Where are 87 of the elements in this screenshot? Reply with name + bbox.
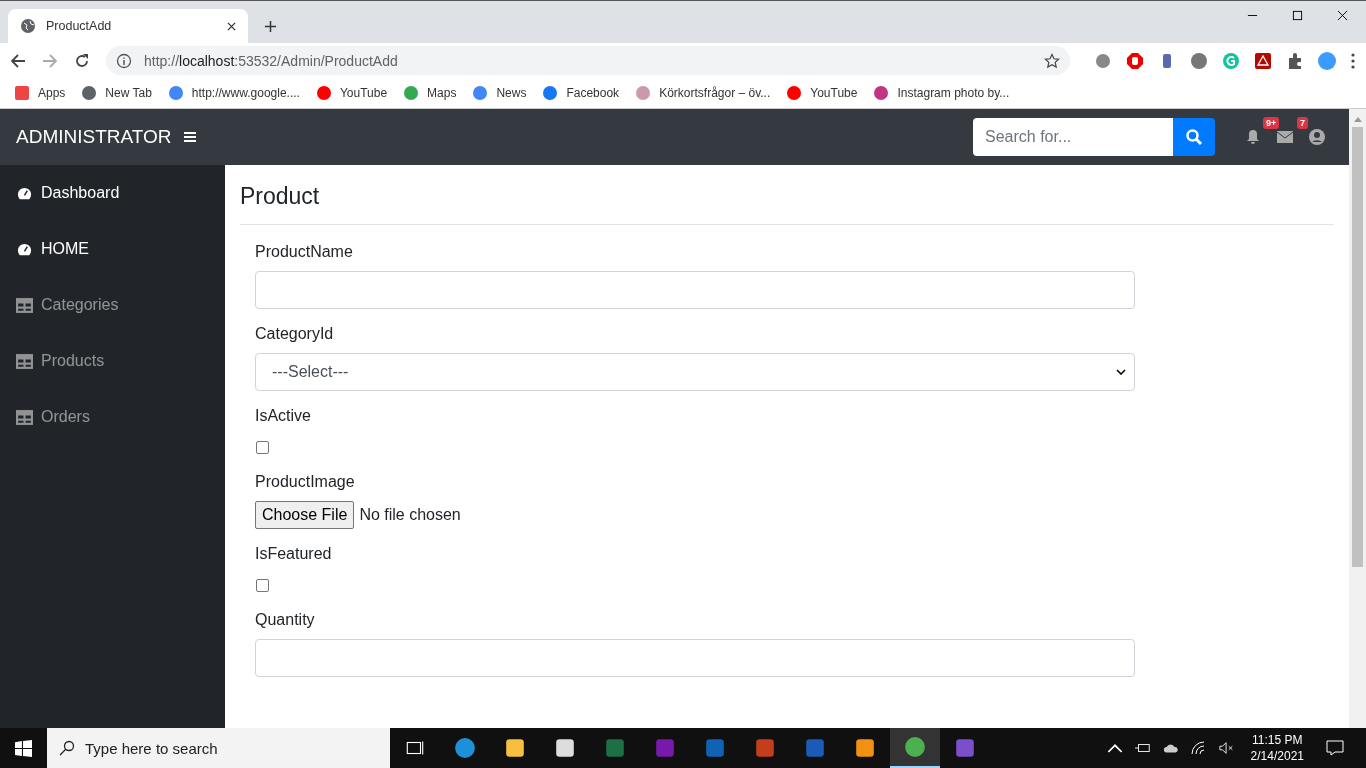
field-label: IsFeatured: [255, 545, 332, 563]
bookmark-link[interactable]: YouTube: [786, 85, 858, 101]
search-field[interactable]: Search for...: [973, 118, 1173, 156]
brand-title: ADMINISTRATOR: [16, 126, 172, 148]
app-icon[interactable]: [854, 737, 876, 759]
bookmark-icon: [403, 85, 420, 101]
menu-icon[interactable]: [183, 131, 196, 143]
table-icon: [16, 409, 33, 425]
file-status: No file chosen: [359, 506, 461, 524]
bookmark-icon: [315, 85, 332, 101]
search-icon: [1185, 128, 1203, 146]
checkbox[interactable]: [256, 579, 269, 592]
bookmark-link[interactable]: Körkortsfrågor – öv...: [635, 85, 771, 101]
page-title: Product: [240, 183, 1334, 225]
field-label: ProductImage: [255, 473, 355, 491]
select-dropdown[interactable]: ---Select---: [255, 353, 1135, 391]
clock-date: 2/14/2021: [1250, 748, 1304, 764]
gauge-icon: [16, 241, 33, 257]
sidebar-item[interactable]: Categories: [0, 277, 225, 333]
table-icon: [16, 353, 33, 369]
close-icon[interactable]: [1337, 10, 1348, 21]
field-label: ProductName: [255, 243, 353, 261]
sidebar-item[interactable]: Products: [0, 333, 225, 389]
bookmark-icon: [14, 85, 30, 101]
bookmark-icon: [635, 85, 652, 101]
search-button[interactable]: [1173, 118, 1215, 156]
close-tab-icon[interactable]: [227, 21, 236, 31]
message-count: 9+: [1263, 117, 1280, 129]
bookmark-icon: [81, 85, 98, 101]
notification-count: 7: [1297, 117, 1308, 129]
muted-speaker-icon[interactable]: [1218, 741, 1235, 755]
choose-file-button[interactable]: Choose File: [255, 501, 355, 529]
search-icon: [59, 740, 75, 756]
bookmark-icon: [873, 85, 890, 101]
bookmark-icon: [786, 85, 803, 101]
sidebar-item[interactable]: HOME: [0, 221, 225, 277]
notification-icon[interactable]: [1326, 740, 1344, 756]
profile-icon[interactable]: [1318, 51, 1336, 70]
maximize-icon[interactable]: [1292, 10, 1303, 21]
chevron-icon: [1116, 369, 1126, 375]
app-icon[interactable]: [504, 737, 526, 759]
input-field[interactable]: [255, 271, 1135, 309]
wifi-icon[interactable]: [1190, 741, 1207, 755]
address-bar[interactable]: http://localhost:53532/Admin/ProductAdd: [106, 46, 1070, 75]
bookmark-link[interactable]: http://www.google....: [167, 85, 300, 101]
bookmark-icon: [472, 85, 489, 101]
stop-hand-icon[interactable]: [1126, 51, 1144, 70]
sidebar-item[interactable]: Orders: [0, 389, 225, 445]
windows-start-icon[interactable]: [15, 739, 32, 757]
gauge-icon: [16, 185, 33, 201]
input-field[interactable]: [255, 639, 1135, 677]
browser-tab[interactable]: ProductAdd: [8, 9, 248, 43]
scrollbar[interactable]: [1349, 109, 1366, 728]
bookmark-link[interactable]: Facebook: [542, 85, 620, 101]
reload-icon[interactable]: [74, 52, 90, 69]
bookmark-link[interactable]: Apps: [14, 85, 66, 101]
bookmark-link[interactable]: News: [472, 85, 527, 101]
bell-icon[interactable]: [1245, 129, 1261, 145]
app-icon[interactable]: [554, 737, 576, 759]
bookmark-icon: [167, 85, 184, 101]
new-tab-icon[interactable]: [264, 20, 277, 33]
menu-icon[interactable]: [1350, 51, 1356, 70]
pdf-icon[interactable]: [1254, 51, 1272, 70]
checkbox[interactable]: [256, 441, 269, 454]
user-icon[interactable]: [1309, 129, 1325, 145]
info-icon: [116, 52, 132, 69]
sidebar-item[interactable]: Dashboard: [0, 165, 225, 221]
back-arrow-icon[interactable]: [10, 52, 26, 69]
bookmark-link[interactable]: Instagram photo by...: [873, 85, 1010, 101]
bookmark-link[interactable]: Maps: [403, 85, 457, 101]
tab-title: ProductAdd: [46, 19, 113, 33]
globe-icon: [20, 18, 36, 34]
battery-icon[interactable]: [1134, 741, 1151, 755]
puzzle-icon[interactable]: [1286, 51, 1304, 70]
scroll-thumb[interactable]: [1352, 127, 1363, 567]
field-label: Quantity: [255, 611, 315, 629]
bookmark-icon: [542, 85, 559, 101]
field-label: CategoryId: [255, 325, 334, 343]
envelope-icon[interactable]: [1277, 129, 1293, 145]
url-text: http://localhost:53532/Admin/ProductAdd: [144, 52, 399, 69]
clock-time: 11:15 PM: [1252, 732, 1303, 748]
bookmark-link[interactable]: YouTube: [315, 85, 388, 101]
field-label: IsActive: [255, 407, 311, 425]
taskbar-search-field[interactable]: Type here to search: [47, 728, 390, 768]
bookmark-link[interactable]: New Tab: [81, 85, 152, 101]
table-icon: [16, 297, 33, 313]
star-icon[interactable]: [1044, 52, 1060, 69]
